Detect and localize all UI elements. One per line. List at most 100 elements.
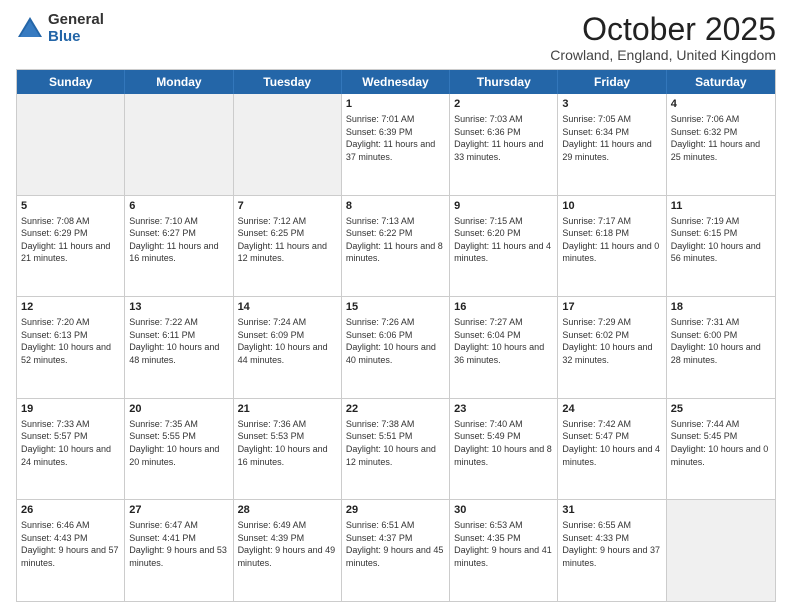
calendar-header-row: SundayMondayTuesdayWednesdayThursdayFrid… [17,70,775,94]
cell-sun-info: Sunrise: 7:05 AMSunset: 6:34 PMDaylight:… [562,113,661,163]
calendar-cell [234,94,342,195]
day-number: 20 [129,402,228,417]
day-number: 10 [562,199,661,214]
calendar-week-row: 5Sunrise: 7:08 AMSunset: 6:29 PMDaylight… [17,195,775,297]
day-number: 26 [21,503,120,518]
day-number: 5 [21,199,120,214]
calendar-cell: 21Sunrise: 7:36 AMSunset: 5:53 PMDayligh… [234,399,342,500]
cell-sun-info: Sunrise: 7:38 AMSunset: 5:51 PMDaylight:… [346,418,445,468]
calendar-day-header: Tuesday [234,70,342,94]
calendar-cell: 5Sunrise: 7:08 AMSunset: 6:29 PMDaylight… [17,196,125,297]
calendar-cell [125,94,233,195]
cell-sun-info: Sunrise: 7:44 AMSunset: 5:45 PMDaylight:… [671,418,771,468]
cell-sun-info: Sunrise: 7:26 AMSunset: 6:06 PMDaylight:… [346,316,445,366]
day-number: 15 [346,300,445,315]
calendar-cell: 11Sunrise: 7:19 AMSunset: 6:15 PMDayligh… [667,196,775,297]
calendar-cell: 17Sunrise: 7:29 AMSunset: 6:02 PMDayligh… [558,297,666,398]
calendar-cell: 9Sunrise: 7:15 AMSunset: 6:20 PMDaylight… [450,196,558,297]
day-number: 11 [671,199,771,214]
day-number: 31 [562,503,661,518]
cell-sun-info: Sunrise: 6:53 AMSunset: 4:35 PMDaylight:… [454,519,553,569]
calendar-cell: 19Sunrise: 7:33 AMSunset: 5:57 PMDayligh… [17,399,125,500]
calendar-cell: 23Sunrise: 7:40 AMSunset: 5:49 PMDayligh… [450,399,558,500]
cell-sun-info: Sunrise: 7:20 AMSunset: 6:13 PMDaylight:… [21,316,120,366]
calendar-day-header: Thursday [450,70,558,94]
day-number: 8 [346,199,445,214]
day-number: 3 [562,97,661,112]
day-number: 17 [562,300,661,315]
cell-sun-info: Sunrise: 7:03 AMSunset: 6:36 PMDaylight:… [454,113,553,163]
calendar-cell: 27Sunrise: 6:47 AMSunset: 4:41 PMDayligh… [125,500,233,601]
calendar-cell: 31Sunrise: 6:55 AMSunset: 4:33 PMDayligh… [558,500,666,601]
cell-sun-info: Sunrise: 7:29 AMSunset: 6:02 PMDaylight:… [562,316,661,366]
calendar-cell: 14Sunrise: 7:24 AMSunset: 6:09 PMDayligh… [234,297,342,398]
location: Crowland, England, United Kingdom [550,47,776,63]
cell-sun-info: Sunrise: 7:13 AMSunset: 6:22 PMDaylight:… [346,215,445,265]
calendar-body: 1Sunrise: 7:01 AMSunset: 6:39 PMDaylight… [17,94,775,601]
calendar-cell: 20Sunrise: 7:35 AMSunset: 5:55 PMDayligh… [125,399,233,500]
calendar-cell: 15Sunrise: 7:26 AMSunset: 6:06 PMDayligh… [342,297,450,398]
logo-text: General Blue [48,12,104,45]
calendar-cell: 10Sunrise: 7:17 AMSunset: 6:18 PMDayligh… [558,196,666,297]
calendar-week-row: 26Sunrise: 6:46 AMSunset: 4:43 PMDayligh… [17,499,775,601]
title-block: October 2025 Crowland, England, United K… [550,12,776,63]
calendar-day-header: Wednesday [342,70,450,94]
calendar-cell: 28Sunrise: 6:49 AMSunset: 4:39 PMDayligh… [234,500,342,601]
calendar-cell: 6Sunrise: 7:10 AMSunset: 6:27 PMDaylight… [125,196,233,297]
cell-sun-info: Sunrise: 7:42 AMSunset: 5:47 PMDaylight:… [562,418,661,468]
cell-sun-info: Sunrise: 7:36 AMSunset: 5:53 PMDaylight:… [238,418,337,468]
day-number: 30 [454,503,553,518]
day-number: 25 [671,402,771,417]
cell-sun-info: Sunrise: 7:06 AMSunset: 6:32 PMDaylight:… [671,113,771,163]
day-number: 19 [21,402,120,417]
day-number: 9 [454,199,553,214]
calendar-week-row: 19Sunrise: 7:33 AMSunset: 5:57 PMDayligh… [17,398,775,500]
page: General Blue October 2025 Crowland, Engl… [0,0,792,612]
cell-sun-info: Sunrise: 7:01 AMSunset: 6:39 PMDaylight:… [346,113,445,163]
cell-sun-info: Sunrise: 7:17 AMSunset: 6:18 PMDaylight:… [562,215,661,265]
day-number: 13 [129,300,228,315]
cell-sun-info: Sunrise: 7:33 AMSunset: 5:57 PMDaylight:… [21,418,120,468]
calendar-cell: 30Sunrise: 6:53 AMSunset: 4:35 PMDayligh… [450,500,558,601]
calendar-cell: 12Sunrise: 7:20 AMSunset: 6:13 PMDayligh… [17,297,125,398]
cell-sun-info: Sunrise: 7:24 AMSunset: 6:09 PMDaylight:… [238,316,337,366]
cell-sun-info: Sunrise: 7:10 AMSunset: 6:27 PMDaylight:… [129,215,228,265]
cell-sun-info: Sunrise: 6:47 AMSunset: 4:41 PMDaylight:… [129,519,228,569]
cell-sun-info: Sunrise: 7:22 AMSunset: 6:11 PMDaylight:… [129,316,228,366]
cell-sun-info: Sunrise: 6:51 AMSunset: 4:37 PMDaylight:… [346,519,445,569]
cell-sun-info: Sunrise: 7:08 AMSunset: 6:29 PMDaylight:… [21,215,120,265]
calendar-cell: 2Sunrise: 7:03 AMSunset: 6:36 PMDaylight… [450,94,558,195]
cell-sun-info: Sunrise: 6:49 AMSunset: 4:39 PMDaylight:… [238,519,337,569]
calendar-day-header: Sunday [17,70,125,94]
day-number: 22 [346,402,445,417]
calendar-week-row: 1Sunrise: 7:01 AMSunset: 6:39 PMDaylight… [17,94,775,195]
day-number: 21 [238,402,337,417]
calendar-cell: 29Sunrise: 6:51 AMSunset: 4:37 PMDayligh… [342,500,450,601]
cell-sun-info: Sunrise: 6:55 AMSunset: 4:33 PMDaylight:… [562,519,661,569]
calendar-cell: 22Sunrise: 7:38 AMSunset: 5:51 PMDayligh… [342,399,450,500]
logo-blue: Blue [48,29,104,46]
day-number: 14 [238,300,337,315]
calendar-day-header: Friday [558,70,666,94]
calendar-cell: 25Sunrise: 7:44 AMSunset: 5:45 PMDayligh… [667,399,775,500]
cell-sun-info: Sunrise: 7:19 AMSunset: 6:15 PMDaylight:… [671,215,771,265]
calendar-day-header: Saturday [667,70,775,94]
calendar: SundayMondayTuesdayWednesdayThursdayFrid… [16,69,776,602]
day-number: 2 [454,97,553,112]
header: General Blue October 2025 Crowland, Engl… [16,12,776,63]
cell-sun-info: Sunrise: 7:35 AMSunset: 5:55 PMDaylight:… [129,418,228,468]
calendar-cell [17,94,125,195]
logo-general: General [48,12,104,29]
cell-sun-info: Sunrise: 6:46 AMSunset: 4:43 PMDaylight:… [21,519,120,569]
cell-sun-info: Sunrise: 7:31 AMSunset: 6:00 PMDaylight:… [671,316,771,366]
calendar-cell: 16Sunrise: 7:27 AMSunset: 6:04 PMDayligh… [450,297,558,398]
day-number: 4 [671,97,771,112]
day-number: 7 [238,199,337,214]
calendar-cell: 13Sunrise: 7:22 AMSunset: 6:11 PMDayligh… [125,297,233,398]
calendar-cell: 24Sunrise: 7:42 AMSunset: 5:47 PMDayligh… [558,399,666,500]
day-number: 6 [129,199,228,214]
day-number: 12 [21,300,120,315]
cell-sun-info: Sunrise: 7:27 AMSunset: 6:04 PMDaylight:… [454,316,553,366]
month-title: October 2025 [550,12,776,47]
calendar-cell: 1Sunrise: 7:01 AMSunset: 6:39 PMDaylight… [342,94,450,195]
